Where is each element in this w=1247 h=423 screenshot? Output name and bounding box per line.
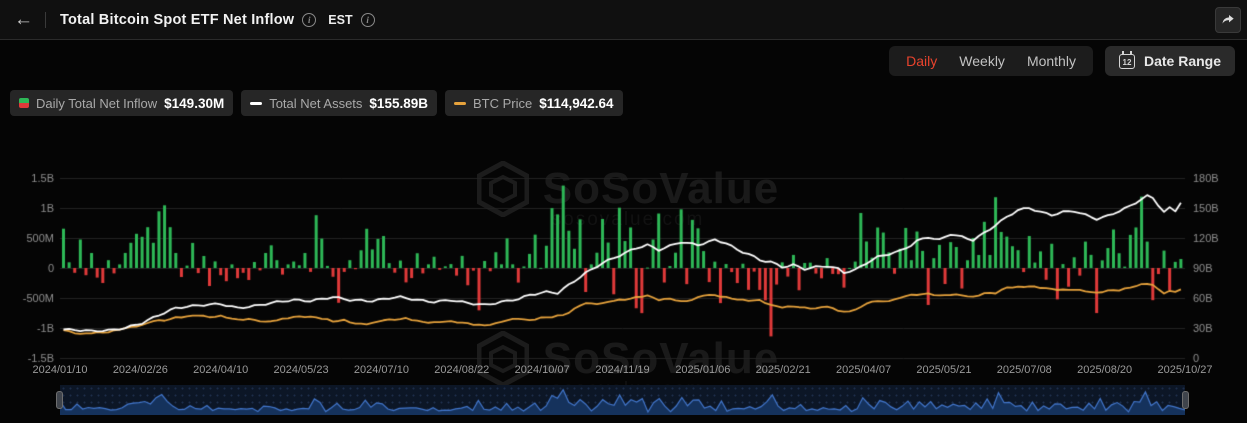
toolbar: Daily Weekly Monthly 12 Date Range: [0, 40, 1247, 82]
divider: [45, 12, 46, 28]
legend-total-net-assets[interactable]: Total Net Assets $155.89B: [241, 90, 437, 116]
x-axis-label: 2024/02/26: [113, 364, 168, 376]
page-title: Total Bitcoin Spot ETF Net Inflow: [60, 12, 294, 28]
legend-btc-price[interactable]: BTC Price $114,942.64: [445, 90, 623, 116]
x-axis-labels: 2024/01/10 2024/02/26 2024/04/10 2024/05/23…: [0, 364, 1247, 380]
legend-name: Total Net Assets: [269, 96, 362, 111]
legend-daily-net-inflow[interactable]: Daily Total Net Inflow $149.30M: [10, 90, 233, 116]
back-arrow-icon[interactable]: ←: [14, 10, 33, 29]
main-chart-canvas[interactable]: [0, 123, 1247, 363]
x-axis-label: 2025/08/20: [1077, 364, 1132, 376]
range-navigator[interactable]: [60, 385, 1185, 415]
legend-name: Daily Total Net Inflow: [36, 96, 157, 111]
date-range-button[interactable]: 12 Date Range: [1105, 46, 1235, 76]
legend-name: BTC Price: [473, 96, 532, 111]
line-swatch-icon: [454, 102, 466, 105]
x-axis-label: 2024/04/10: [193, 364, 248, 376]
x-axis-label: 2024/07/10: [354, 364, 409, 376]
legend-value: $155.89B: [369, 96, 428, 111]
x-axis-label: 2024/01/10: [32, 364, 87, 376]
navigator-canvas[interactable]: [60, 385, 1185, 415]
share-button[interactable]: [1215, 7, 1241, 33]
x-axis-label: 2024/11/19: [595, 364, 649, 376]
x-axis-label: 2025/07/08: [997, 364, 1052, 376]
x-axis-label: 2025/10/27: [1157, 364, 1212, 376]
interval-tabs: Daily Weekly Monthly: [889, 46, 1093, 76]
tab-weekly[interactable]: Weekly: [948, 50, 1016, 72]
navigator-right-handle[interactable]: [1182, 391, 1189, 409]
header-bar: ← Total Bitcoin Spot ETF Net Inflow EST: [0, 0, 1247, 40]
x-axis-label: 2025/01/06: [675, 364, 730, 376]
chart-area: SoSoValue sosovalue.com SoSoValue sosova…: [0, 123, 1247, 423]
bar-swatch-icon: [19, 98, 29, 108]
legend-value: $114,942.64: [539, 96, 613, 111]
title-info-icon[interactable]: [302, 13, 316, 27]
legend-value: $149.30M: [164, 96, 224, 111]
x-axis-label: 2024/08/22: [434, 364, 489, 376]
x-axis-label: 2024/10/07: [515, 364, 570, 376]
x-axis-label: 2025/02/21: [756, 364, 811, 376]
x-axis-label: 2024/05/23: [274, 364, 329, 376]
legend-row: Daily Total Net Inflow $149.30M Total Ne…: [0, 90, 1247, 116]
x-axis-label: 2025/04/07: [836, 364, 891, 376]
tab-monthly[interactable]: Monthly: [1016, 50, 1087, 72]
calendar-icon: 12: [1119, 54, 1135, 69]
est-label: EST: [328, 13, 352, 27]
est-info-icon[interactable]: [361, 13, 375, 27]
tab-daily[interactable]: Daily: [895, 50, 948, 72]
share-icon: [1220, 12, 1236, 28]
x-axis-label: 2025/05/21: [916, 364, 971, 376]
app-root: ← Total Bitcoin Spot ETF Net Inflow EST …: [0, 0, 1247, 423]
line-swatch-icon: [250, 102, 262, 105]
date-range-label: Date Range: [1144, 53, 1221, 69]
navigator-left-handle[interactable]: [56, 391, 63, 409]
